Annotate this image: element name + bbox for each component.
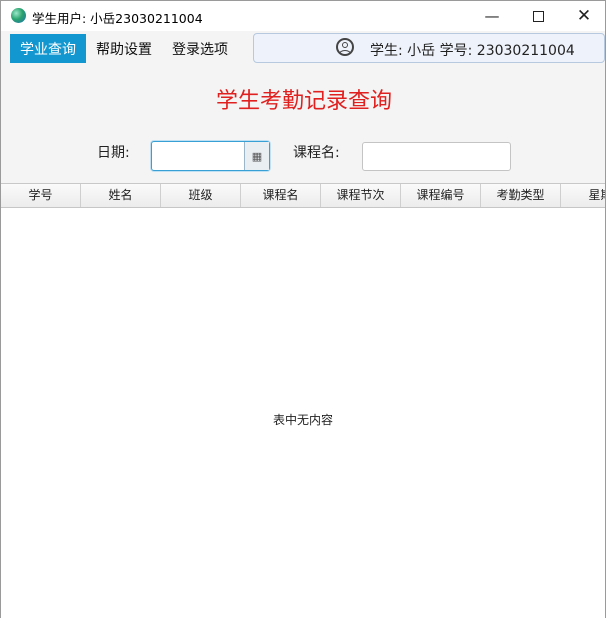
- minimize-icon: —: [484, 7, 500, 25]
- menu-item-help-settings[interactable]: 帮助设置: [86, 34, 162, 63]
- attendance-table[interactable]: 学号 姓名 班级 课程名 课程节次 课程编号 考勤类型 星期 表中无内容: [1, 183, 605, 618]
- course-name-label: 课程名:: [293, 145, 340, 161]
- column-header-attendance-type[interactable]: 考勤类型: [481, 184, 561, 207]
- column-header-class[interactable]: 班级: [161, 184, 241, 207]
- maximize-button[interactable]: [515, 1, 561, 31]
- calendar-button[interactable]: ▦: [244, 142, 269, 170]
- calendar-icon: ▦: [251, 149, 263, 163]
- date-label: 日期:: [97, 145, 130, 161]
- column-header-weekday[interactable]: 星期: [561, 184, 605, 207]
- main-window: 学生用户: 小岳23030211004 — ✕ 学业查询 帮助设置 登录选项 学…: [0, 0, 606, 618]
- column-header-course-code[interactable]: 课程编号: [401, 184, 481, 207]
- column-header-course-name[interactable]: 课程名: [241, 184, 321, 207]
- close-button[interactable]: ✕: [561, 1, 606, 31]
- page-title: 学生考勤记录查询: [215, 89, 392, 114]
- course-name-input[interactable]: [362, 142, 511, 171]
- maximize-icon: [532, 10, 544, 22]
- menu-bar: 学业查询 帮助设置 登录选项: [10, 34, 238, 63]
- title-bar: 学生用户: 小岳23030211004 — ✕: [1, 1, 605, 31]
- user-avatar-icon: [336, 38, 354, 56]
- column-header-name[interactable]: 姓名: [81, 184, 161, 207]
- user-info-panel: 学生: 小岳 学号: 23030211004: [253, 33, 605, 63]
- table-header: 学号 姓名 班级 课程名 课程节次 课程编号 考勤类型 星期: [1, 184, 605, 208]
- table-empty-message: 表中无内容: [272, 413, 333, 427]
- app-logo-icon: [11, 8, 26, 23]
- window-title: 学生用户: 小岳23030211004: [32, 11, 203, 26]
- date-picker-field[interactable]: ▦: [151, 141, 270, 171]
- minimize-button[interactable]: —: [469, 1, 515, 31]
- menu-item-academic-query[interactable]: 学业查询: [10, 34, 86, 63]
- user-info-text: 学生: 小岳 学号: 23030211004: [370, 43, 575, 59]
- column-header-student-id[interactable]: 学号: [1, 184, 81, 207]
- column-header-course-period[interactable]: 课程节次: [321, 184, 401, 207]
- close-icon: ✕: [576, 6, 592, 26]
- menu-item-login-options[interactable]: 登录选项: [162, 34, 238, 63]
